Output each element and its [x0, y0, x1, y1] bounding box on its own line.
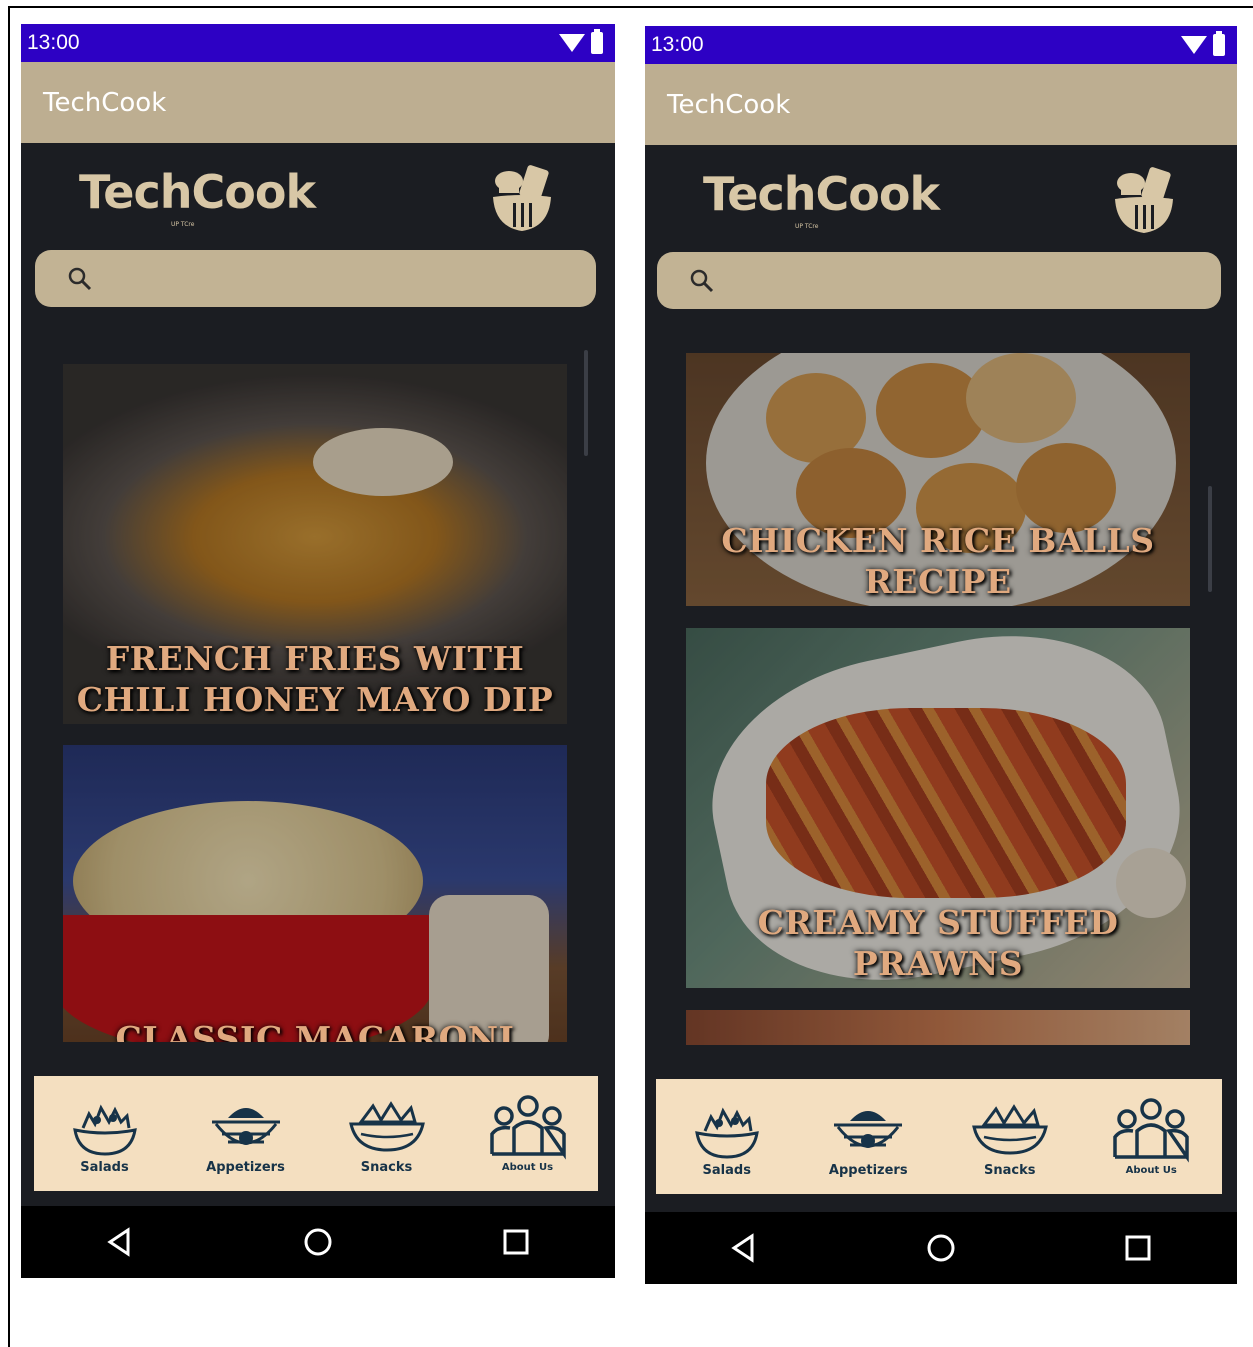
brand-logo-subtext: UP TCre	[795, 223, 819, 230]
nav-label: Snacks	[984, 1163, 1036, 1178]
recipe-card[interactable]: CREAMY STUFFED PRAWNS	[686, 628, 1190, 988]
frame-border-top	[8, 6, 1253, 8]
search-icon	[690, 269, 714, 292]
chef-bowl-icon	[493, 165, 551, 231]
wifi-icon	[559, 34, 585, 52]
wifi-icon	[1181, 36, 1207, 54]
battery-icon	[1213, 31, 1225, 56]
phone-screen-1: 13:00 TechCook TechCook UP TCre FRENCH F…	[21, 24, 615, 1278]
home-icon[interactable]	[921, 1228, 961, 1268]
frame-border-left	[8, 6, 10, 1347]
chef-bowl-icon	[1115, 167, 1173, 233]
status-icons	[1181, 31, 1225, 56]
status-time: 13:00	[651, 33, 704, 56]
people-icon	[489, 1095, 566, 1160]
nav-label: Snacks	[360, 1160, 413, 1175]
card-overlay	[63, 745, 567, 1042]
nav-item-snacks[interactable]: Snacks	[955, 1095, 1065, 1178]
recents-icon[interactable]	[496, 1222, 536, 1262]
snacks-bowl-icon	[971, 1104, 1048, 1155]
snacks-bowl-icon	[348, 1101, 425, 1152]
nav-label: About Us	[501, 1162, 554, 1173]
search-icon	[68, 267, 92, 290]
recipe-card[interactable]: CLASSIC MACARONI	[63, 745, 567, 1042]
back-icon[interactable]	[100, 1222, 140, 1262]
nav-label: Salads	[80, 1160, 129, 1175]
salad-bowl-icon	[72, 1104, 137, 1156]
nav-label: Appetizers	[828, 1163, 908, 1178]
brand-logo-subtext: UP TCre	[171, 221, 195, 228]
recipe-list[interactable]: FRENCH FRIES WITH CHILI HONEY MAYO DIP C…	[63, 364, 567, 1042]
app-bar: TechCook	[21, 62, 615, 143]
nav-item-salads[interactable]: Salads	[672, 1095, 782, 1178]
battery-icon	[591, 29, 603, 54]
system-nav-bar	[21, 1206, 615, 1278]
status-bar: 13:00	[21, 24, 615, 62]
home-icon[interactable]	[298, 1222, 338, 1262]
nav-label: Salads	[702, 1163, 751, 1178]
search-input[interactable]	[729, 269, 1189, 292]
nav-item-about-us[interactable]: About Us	[473, 1094, 583, 1173]
app-bar: TechCook	[645, 64, 1237, 145]
card-overlay	[686, 1010, 1190, 1045]
recipe-list[interactable]: CHICKEN RICE BALLS RECIPE CREAMY STUFFED…	[686, 353, 1190, 1045]
logo-row: TechCook UP TCre	[21, 143, 615, 243]
recipe-title: CHICKEN RICE BALLS RECIPE	[721, 521, 1155, 601]
nav-label: About Us	[1125, 1165, 1177, 1176]
brand-logo-text: TechCook	[703, 167, 940, 221]
nav-item-about-us[interactable]: About Us	[1096, 1097, 1206, 1176]
phone-screen-2: 13:00 TechCook TechCook UP TCre CHICKEN …	[645, 26, 1237, 1284]
nav-item-salads[interactable]: Salads	[50, 1092, 160, 1175]
nav-item-snacks[interactable]: Snacks	[332, 1092, 442, 1175]
recents-icon[interactable]	[1118, 1228, 1158, 1268]
app-bar-title: TechCook	[43, 87, 167, 118]
bottom-nav: Salads Appetizers Snacks About Us	[34, 1076, 598, 1191]
scrollbar[interactable]	[584, 350, 588, 456]
salad-bowl-icon	[694, 1107, 759, 1159]
recipe-card[interactable]: FRENCH FRIES WITH CHILI HONEY MAYO DIP	[63, 364, 567, 724]
search-bar[interactable]	[657, 252, 1221, 309]
app-bar-title: TechCook	[667, 89, 791, 120]
nav-item-appetizers[interactable]: Appetizers	[813, 1095, 923, 1178]
appetizer-bowl-icon	[211, 1108, 280, 1145]
logo-row: TechCook UP TCre	[645, 145, 1237, 245]
recipe-card[interactable]	[686, 1010, 1190, 1045]
status-time: 13:00	[27, 31, 80, 54]
status-icons	[559, 29, 603, 54]
appetizer-bowl-icon	[834, 1111, 903, 1148]
search-input[interactable]	[107, 267, 567, 290]
system-nav-bar	[645, 1212, 1237, 1284]
scrollbar[interactable]	[1208, 486, 1212, 592]
recipe-title: FRENCH FRIES WITH CHILI HONEY MAYO DIP	[76, 639, 554, 719]
search-bar[interactable]	[35, 250, 596, 307]
nav-item-appetizers[interactable]: Appetizers	[191, 1092, 301, 1175]
people-icon	[1113, 1098, 1189, 1163]
nav-label: Appetizers	[206, 1160, 285, 1175]
back-icon[interactable]	[724, 1228, 764, 1268]
recipe-title: CREAMY STUFFED PRAWNS	[757, 903, 1119, 983]
recipe-card[interactable]: CHICKEN RICE BALLS RECIPE	[686, 353, 1190, 606]
brand-logo-text: TechCook	[79, 165, 316, 219]
recipe-title: CLASSIC MACARONI	[115, 1019, 515, 1042]
status-bar: 13:00	[645, 26, 1237, 64]
bottom-nav: Salads Appetizers Snacks About Us	[656, 1079, 1222, 1194]
